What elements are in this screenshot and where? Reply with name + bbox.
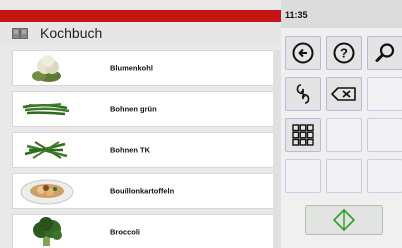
backspace-icon bbox=[331, 87, 356, 101]
empty-key[interactable] bbox=[367, 118, 402, 152]
grid-icon bbox=[292, 124, 314, 146]
empty-key[interactable] bbox=[326, 159, 362, 193]
start-diamond-icon bbox=[333, 209, 355, 231]
recipe-label: Bouillonkartoffeln bbox=[110, 186, 175, 196]
search-button[interactable] bbox=[367, 36, 402, 70]
grid-button[interactable] bbox=[285, 118, 321, 152]
header-accent-bar bbox=[0, 10, 281, 22]
link-icon bbox=[296, 84, 310, 104]
backspace-button[interactable] bbox=[326, 77, 362, 111]
clock: 11:35 bbox=[285, 10, 308, 20]
empty-key[interactable] bbox=[367, 159, 402, 193]
cauliflower-icon bbox=[15, 52, 77, 84]
recipe-label: Bohnen TK bbox=[110, 145, 150, 155]
help-icon: ? bbox=[333, 42, 355, 64]
recipe-row-broccoli[interactable]: Broccoli bbox=[12, 214, 275, 248]
green-beans-frozen-icon bbox=[15, 134, 77, 166]
recipe-row-blumenkohl[interactable]: Blumenkohl bbox=[12, 50, 275, 86]
status-bar: 11:35 bbox=[281, 0, 402, 28]
empty-key[interactable] bbox=[326, 118, 362, 152]
back-arrow-icon bbox=[292, 42, 314, 64]
recipe-row-bohnen-gruen[interactable]: Bohnen grün bbox=[12, 91, 275, 127]
recipe-row-bouillonkartoffeln[interactable]: Bouillonkartoffeln bbox=[12, 173, 275, 209]
cookbook-panel: Kochbuch Blumenkohl Bohnen grün Bohnen T… bbox=[0, 0, 281, 248]
empty-key[interactable] bbox=[367, 77, 402, 111]
broccoli-icon bbox=[15, 216, 77, 248]
recipe-label: Broccoli bbox=[110, 227, 141, 237]
recipe-label: Bohnen grün bbox=[110, 104, 157, 114]
start-button[interactable] bbox=[305, 205, 383, 235]
recipe-label: Blumenkohl bbox=[110, 63, 153, 73]
search-icon bbox=[375, 43, 395, 62]
empty-key[interactable] bbox=[285, 159, 321, 193]
title-bar: Kochbuch bbox=[0, 22, 281, 44]
link-button[interactable] bbox=[285, 77, 321, 111]
help-button[interactable]: ? bbox=[326, 36, 362, 70]
broth-potatoes-icon bbox=[15, 175, 77, 207]
recipe-list: Blumenkohl Bohnen grün Bohnen TK Bouillo… bbox=[12, 50, 275, 248]
book-icon bbox=[12, 27, 28, 39]
back-button[interactable] bbox=[285, 36, 321, 70]
green-beans-icon bbox=[15, 93, 77, 125]
keypad-panel: 11:35 ? bbox=[281, 0, 402, 248]
svg-text:?: ? bbox=[340, 46, 348, 61]
list-scrollbar[interactable] bbox=[273, 50, 281, 248]
recipe-row-bohnen-tk[interactable]: Bohnen TK bbox=[12, 132, 275, 168]
page-title: Kochbuch bbox=[40, 25, 103, 41]
